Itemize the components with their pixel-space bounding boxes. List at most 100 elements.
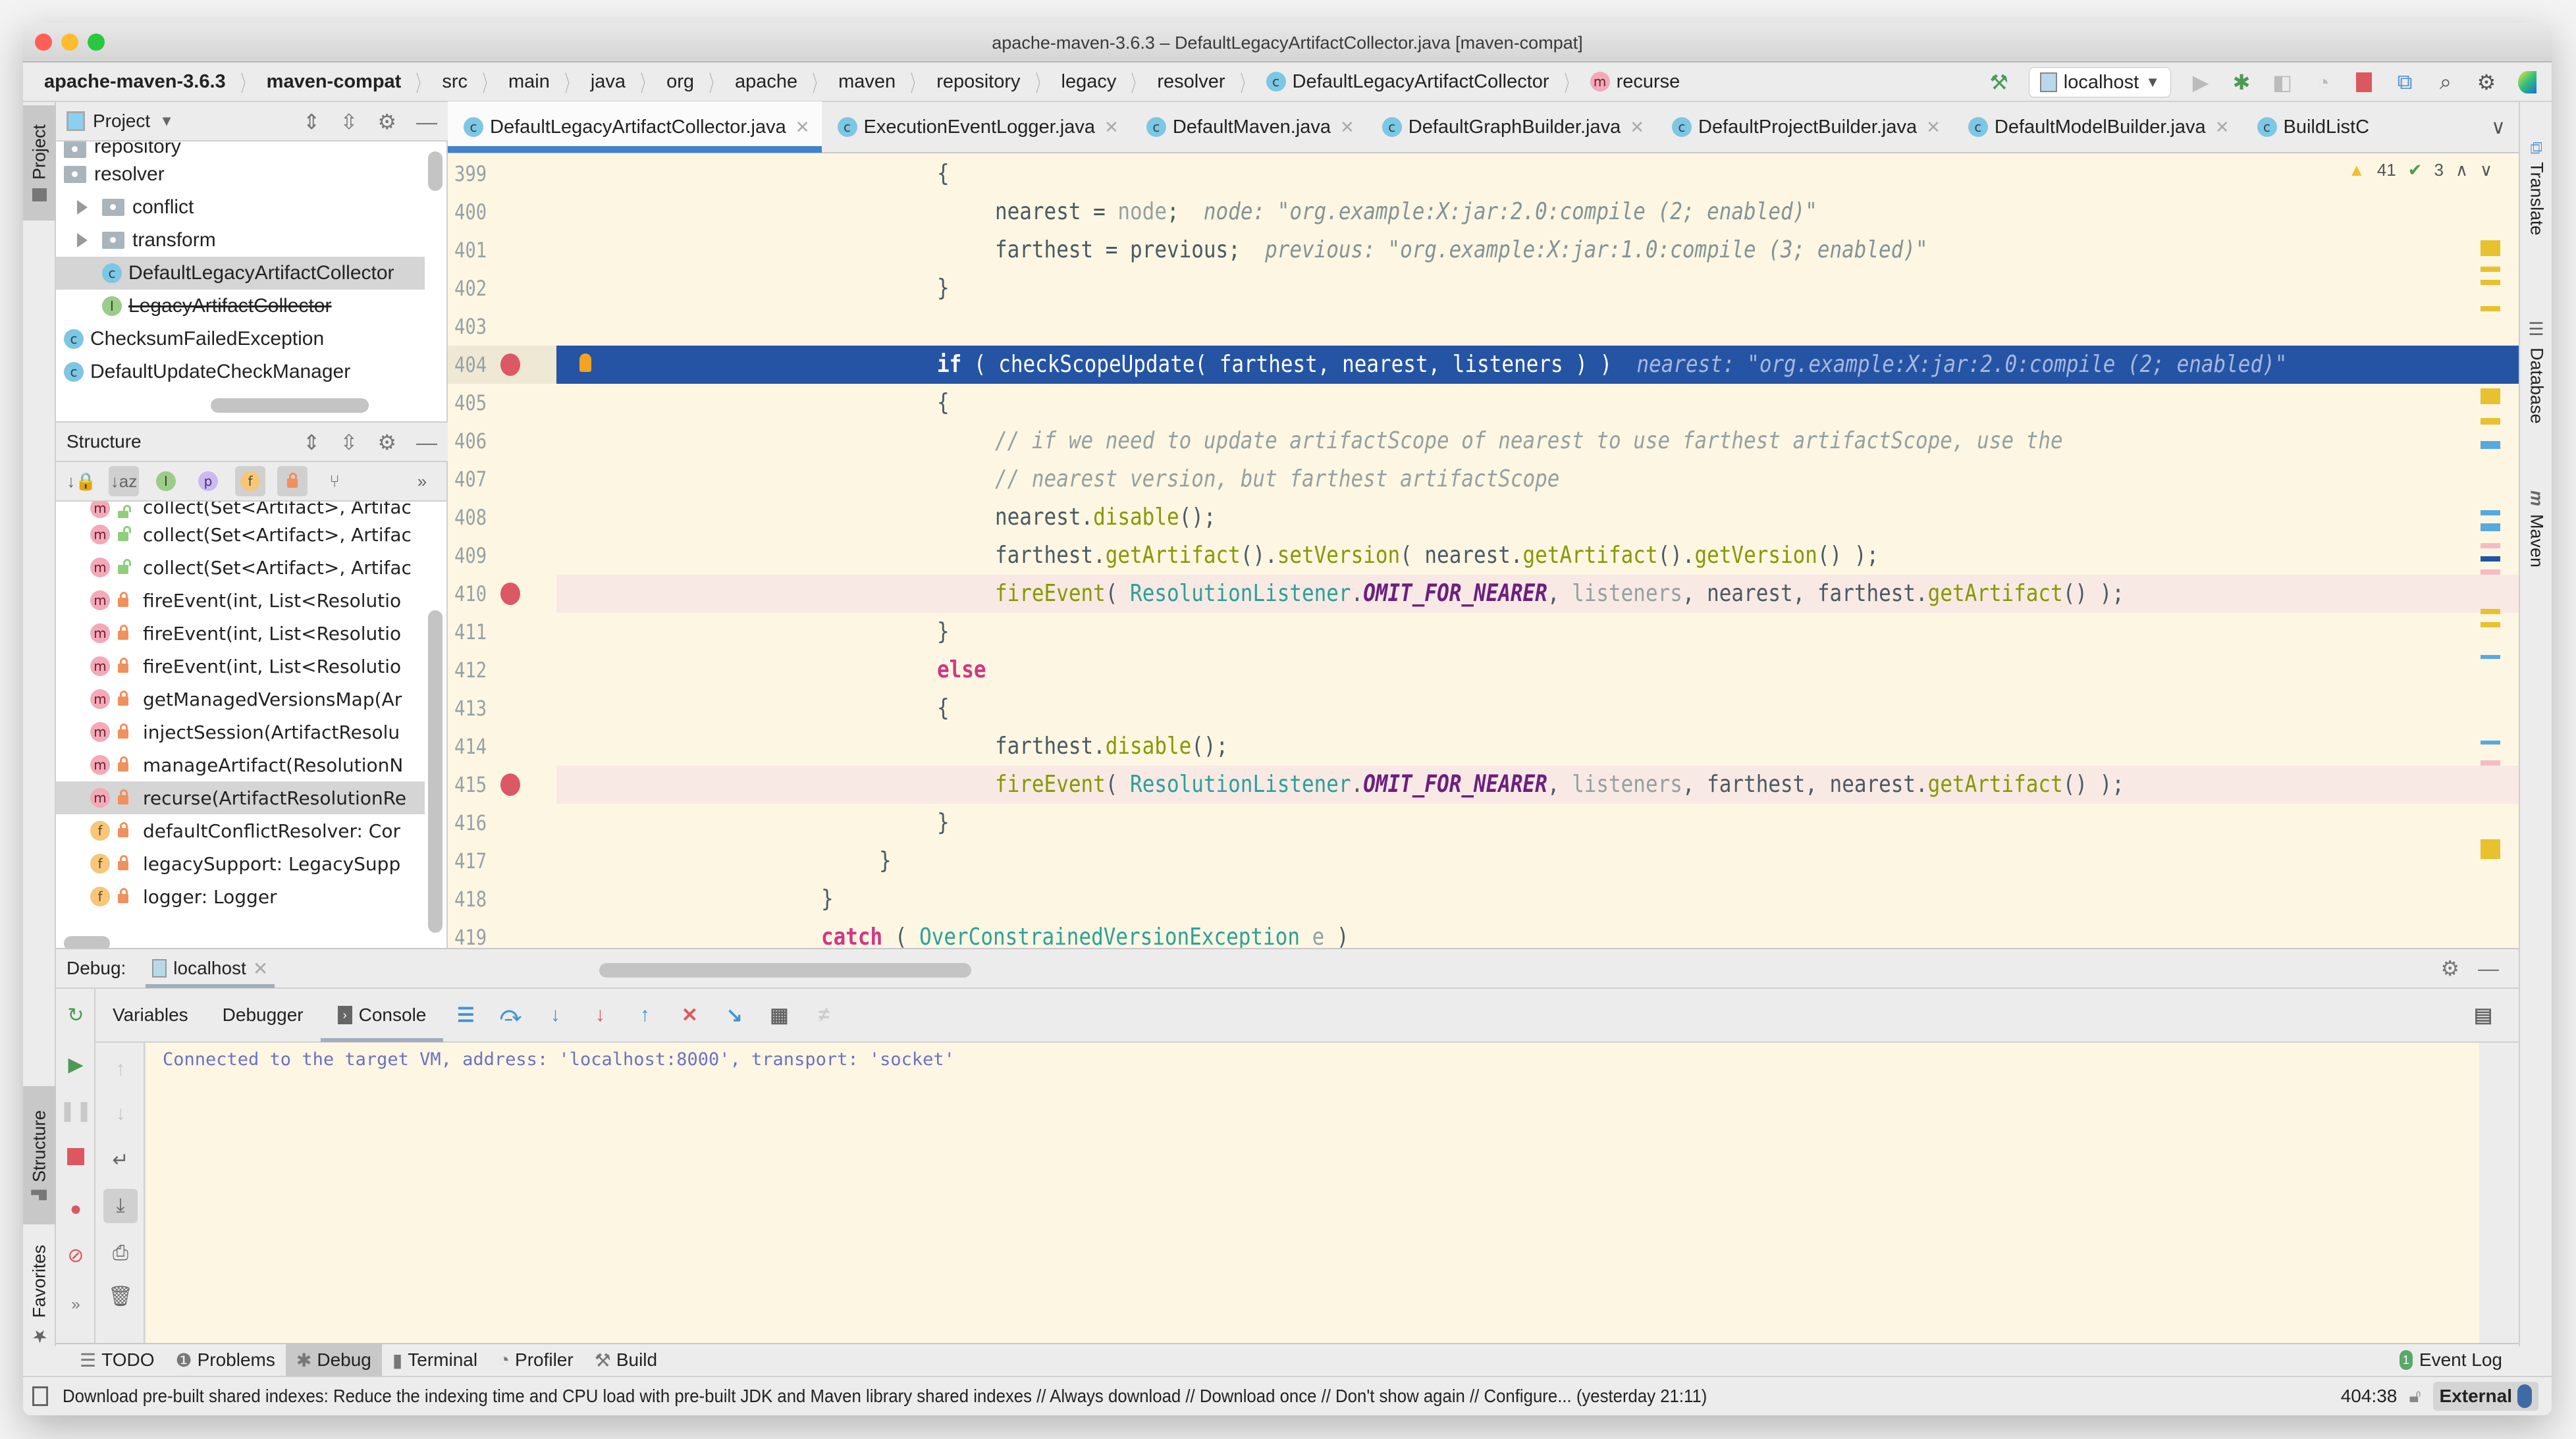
close-window-button[interactable] — [35, 34, 52, 51]
gutter[interactable]: 409 — [448, 536, 556, 575]
project-tree-item[interactable]: transform — [56, 224, 425, 257]
project-vertical-scrollbar[interactable] — [428, 151, 443, 191]
settings-icon[interactable]: ⚙ — [2475, 70, 2498, 94]
tab-variables[interactable]: Variables — [95, 988, 205, 1042]
error-stripe-mark[interactable] — [2481, 280, 2500, 285]
show-non-public-icon[interactable] — [277, 466, 308, 496]
error-stripe-mark[interactable] — [2481, 569, 2500, 575]
breadcrumb-item[interactable]: src — [442, 71, 468, 93]
project-view-selector[interactable]: Project — [93, 111, 150, 132]
expand-arrow-icon[interactable] — [77, 200, 88, 215]
error-stripe-mark[interactable] — [2481, 306, 2500, 311]
structure-vertical-scrollbar[interactable] — [428, 610, 443, 933]
bottom-tab-debug[interactable]: ✱ Debug — [285, 1344, 382, 1376]
step-over-icon[interactable]: ⤼ — [497, 1002, 523, 1028]
evaluate-expression-icon[interactable]: ▦ — [766, 1002, 792, 1028]
run-icon[interactable]: ▶ — [2189, 70, 2212, 94]
gutter[interactable]: 407 — [448, 460, 556, 498]
structure-item[interactable]: f logger: Logger — [56, 880, 425, 913]
bottom-tab-profiler[interactable]: ◔ Profiler — [488, 1344, 584, 1376]
debug-icon[interactable]: ✱ — [2230, 70, 2253, 94]
stop-icon[interactable] — [63, 1143, 89, 1170]
gutter[interactable]: 400 — [448, 193, 556, 231]
editor-tab[interactable]: c DefaultMaven.java ✕ — [1131, 101, 1366, 153]
close-tab-icon[interactable]: ✕ — [795, 117, 810, 138]
error-stripe-mark[interactable] — [2481, 741, 2500, 745]
gutter[interactable]: 416 — [448, 804, 556, 842]
project-horizontal-scrollbar[interactable] — [211, 398, 369, 413]
down-arrow-icon[interactable]: ↓ — [107, 1101, 134, 1127]
maven-tool-tab[interactable]: m Maven — [2520, 490, 2552, 567]
coverage-icon[interactable]: ◧ — [2271, 70, 2294, 94]
minimize-window-button[interactable] — [61, 34, 78, 51]
more-icon[interactable]: » — [63, 1292, 89, 1318]
show-properties-icon[interactable]: p — [193, 466, 223, 496]
show-inherited-icon[interactable]: I — [151, 466, 181, 496]
expand-all-icon[interactable]: ⇕ — [303, 109, 321, 134]
project-tool-tab[interactable]: Project — [23, 105, 56, 221]
project-tree-item[interactable]: c DefaultLegacyArtifactCollector — [56, 257, 425, 290]
close-tab-icon[interactable]: ✕ — [1104, 117, 1119, 138]
zoom-window-button[interactable] — [88, 34, 105, 51]
structure-item[interactable]: m recurse(ArtifactResolutionRe — [56, 781, 425, 814]
gutter[interactable]: 402 — [448, 269, 556, 307]
tabs-overflow-icon[interactable]: ∨ — [2491, 116, 2506, 139]
breadcrumb-item[interactable]: org — [666, 71, 694, 93]
breadcrumb-item[interactable]: apache — [735, 71, 797, 93]
gutter[interactable]: 408 — [448, 498, 556, 536]
breadcrumb-item[interactable]: java — [591, 71, 626, 93]
debug-session-tab[interactable]: localhost ✕ — [146, 949, 275, 988]
structure-item[interactable]: f legacySupport: LegacySupp — [56, 847, 425, 880]
translate-icon[interactable]: ⧉ — [2394, 70, 2416, 93]
event-log-button[interactable]: 1 Event Log — [2399, 1349, 2502, 1371]
error-stripe-mark[interactable] — [2481, 267, 2500, 272]
structure-item[interactable]: m collect(Set<Artifact>, Artifac — [56, 518, 425, 551]
toggle-tool-windows-icon[interactable] — [32, 1386, 48, 1406]
editor-tab[interactable]: c DefaultModelBuilder.java ✕ — [1952, 101, 2241, 153]
breadcrumb-item[interactable]: main — [508, 71, 550, 93]
close-tab-icon[interactable]: ✕ — [1926, 117, 1941, 138]
line-separator-widget[interactable]: External — [2432, 1382, 2538, 1411]
structure-item[interactable]: m fireEvent(int, List<Resolutio — [56, 617, 425, 650]
soft-wrap-icon[interactable]: ↵ — [107, 1147, 134, 1173]
structure-tool-tab[interactable]: ▟ Structure — [23, 1086, 56, 1224]
editor-horizontal-scrollbar[interactable] — [599, 963, 971, 978]
status-message[interactable]: Download pre-built shared indexes: Reduc… — [63, 1386, 1707, 1407]
inspection-widget[interactable]: ▲ 41 ✔ 3 ∧ ∨ — [2348, 160, 2492, 180]
error-stripe-mark[interactable] — [2481, 510, 2500, 515]
error-stripe-mark[interactable] — [2481, 240, 2500, 256]
gutter[interactable]: 399 — [448, 155, 556, 193]
stop-icon[interactable] — [2353, 71, 2375, 93]
drop-frame-icon[interactable]: ✕ — [676, 1002, 703, 1028]
print-icon[interactable]: ⎙ — [107, 1240, 134, 1267]
layout-settings-icon[interactable]: ▤ — [2470, 1002, 2496, 1028]
editor-tab[interactable]: c BuildListC — [2241, 101, 2382, 153]
error-stripe-mark[interactable] — [2481, 609, 2500, 614]
bottom-tab-terminal[interactable]: ▮ Terminal — [382, 1344, 488, 1376]
breakpoint-icon[interactable] — [500, 773, 520, 796]
gutter[interactable]: 417 — [448, 842, 556, 880]
step-into-icon[interactable]: ↓ — [542, 1002, 568, 1028]
resume-icon[interactable]: ▶ — [63, 1051, 89, 1078]
gear-icon[interactable]: ⚙ — [377, 430, 396, 455]
chevron-down-icon[interactable]: ▼ — [159, 113, 174, 130]
force-step-into-icon[interactable]: ↓ — [587, 1002, 613, 1028]
error-stripe-mark[interactable] — [2481, 556, 2500, 562]
gutter[interactable]: 406 — [448, 422, 556, 460]
bottom-tab-build[interactable]: ⚒ Build — [584, 1344, 668, 1376]
gutter[interactable]: 412 — [448, 651, 556, 689]
lock-icon[interactable]: 🔓︎ — [2409, 1386, 2421, 1407]
sort-alphabetically-icon[interactable]: ↓az — [109, 466, 139, 496]
editor-tab[interactable]: c DefaultProjectBuilder.java ✕ — [1656, 101, 1952, 153]
step-out-icon[interactable]: ↑ — [631, 1002, 658, 1028]
breadcrumb-item[interactable]: repository — [936, 71, 1020, 93]
profile-icon[interactable]: ◔ — [2312, 70, 2334, 94]
breadcrumb-item[interactable]: maven — [838, 71, 896, 93]
gear-icon[interactable]: ⚙ — [377, 109, 396, 134]
expand-all-icon[interactable]: ⇕ — [303, 430, 321, 455]
structure-item[interactable]: m manageArtifact(ResolutionN — [56, 748, 425, 781]
database-tool-tab[interactable]: ☰ Database — [2520, 319, 2552, 424]
breadcrumb-item[interactable]: resolver — [1157, 71, 1225, 93]
gutter[interactable]: 403 — [448, 307, 556, 346]
error-stripe-mark[interactable] — [2481, 418, 2500, 425]
